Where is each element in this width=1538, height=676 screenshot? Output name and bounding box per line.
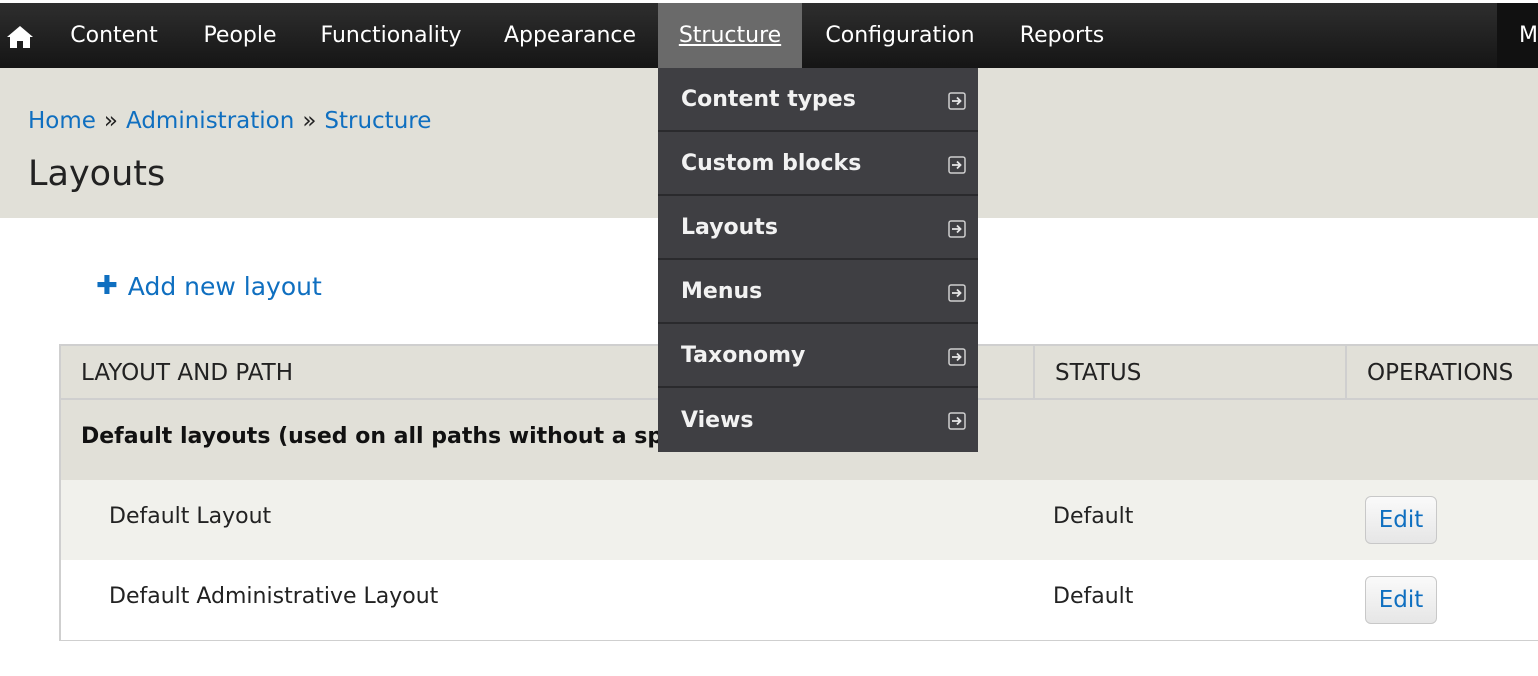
- layout-status: Default: [1053, 584, 1134, 609]
- add-new-layout-link[interactable]: ✚ Add new layout: [96, 270, 322, 302]
- home-icon: [7, 26, 33, 48]
- expand-arrow-icon[interactable]: [948, 156, 966, 174]
- menu-item-label: Views: [681, 407, 754, 433]
- breadcrumb-separator: »: [103, 108, 118, 134]
- menu-item-label: Menus: [681, 278, 763, 304]
- menu-item-content-types[interactable]: Content types: [658, 68, 978, 132]
- menu-item-custom-blocks[interactable]: Custom blocks: [658, 132, 978, 196]
- toolbar-item-functionality[interactable]: Functionality: [304, 3, 478, 68]
- menu-item-label: Content types: [681, 86, 856, 112]
- home-link[interactable]: [0, 3, 40, 71]
- expand-arrow-icon[interactable]: [948, 348, 966, 366]
- page-title: Layouts: [28, 154, 166, 194]
- toolbar-item-configuration[interactable]: Configuration: [808, 3, 992, 68]
- layout-name: Default Administrative Layout: [109, 584, 439, 609]
- breadcrumb-structure[interactable]: Structure: [324, 108, 431, 134]
- table-row: Default Layout Default Edit: [61, 480, 1538, 560]
- menu-item-label: Layouts: [681, 214, 778, 240]
- column-header-status: STATUS: [1033, 346, 1345, 400]
- breadcrumb-separator: »: [302, 108, 317, 134]
- expand-arrow-icon[interactable]: [948, 284, 966, 302]
- layout-name: Default Layout: [109, 504, 272, 529]
- toolbar-item-appearance[interactable]: Appearance: [488, 3, 652, 68]
- menu-item-views[interactable]: Views: [658, 388, 978, 452]
- expand-arrow-icon[interactable]: [948, 412, 966, 430]
- breadcrumb: Home » Administration » Structure: [28, 108, 431, 134]
- menu-item-taxonomy[interactable]: Taxonomy: [658, 324, 978, 388]
- toolbar-item-content[interactable]: Content: [52, 3, 176, 68]
- breadcrumb-home[interactable]: Home: [28, 108, 96, 134]
- toolbar-item-people[interactable]: People: [186, 3, 294, 68]
- breadcrumb-administration[interactable]: Administration: [126, 108, 294, 134]
- menu-item-label: Taxonomy: [681, 342, 806, 368]
- expand-arrow-icon[interactable]: [948, 220, 966, 238]
- toolbar-item-reports[interactable]: Reports: [1002, 3, 1122, 68]
- menu-item-menus[interactable]: Menus: [658, 260, 978, 324]
- menu-item-layouts[interactable]: Layouts: [658, 196, 978, 260]
- layout-status: Default: [1053, 504, 1134, 529]
- menu-item-label: Custom blocks: [681, 150, 862, 176]
- plus-icon: ✚: [96, 270, 118, 301]
- table-row: Default Administrative Layout Default Ed…: [61, 560, 1538, 640]
- add-new-layout-label: Add new layout: [127, 272, 322, 301]
- toolbar-item-overflow[interactable]: M: [1497, 3, 1538, 68]
- expand-arrow-icon[interactable]: [948, 92, 966, 110]
- edit-button[interactable]: Edit: [1365, 496, 1437, 544]
- admin-toolbar: Content People Functionality Appearance …: [0, 0, 1538, 68]
- toolbar-item-structure[interactable]: Structure: [658, 3, 802, 68]
- structure-dropdown-menu: Content types Custom blocks Layouts Menu…: [658, 68, 978, 452]
- edit-button[interactable]: Edit: [1365, 576, 1437, 624]
- column-header-operations: OPERATIONS: [1345, 346, 1538, 400]
